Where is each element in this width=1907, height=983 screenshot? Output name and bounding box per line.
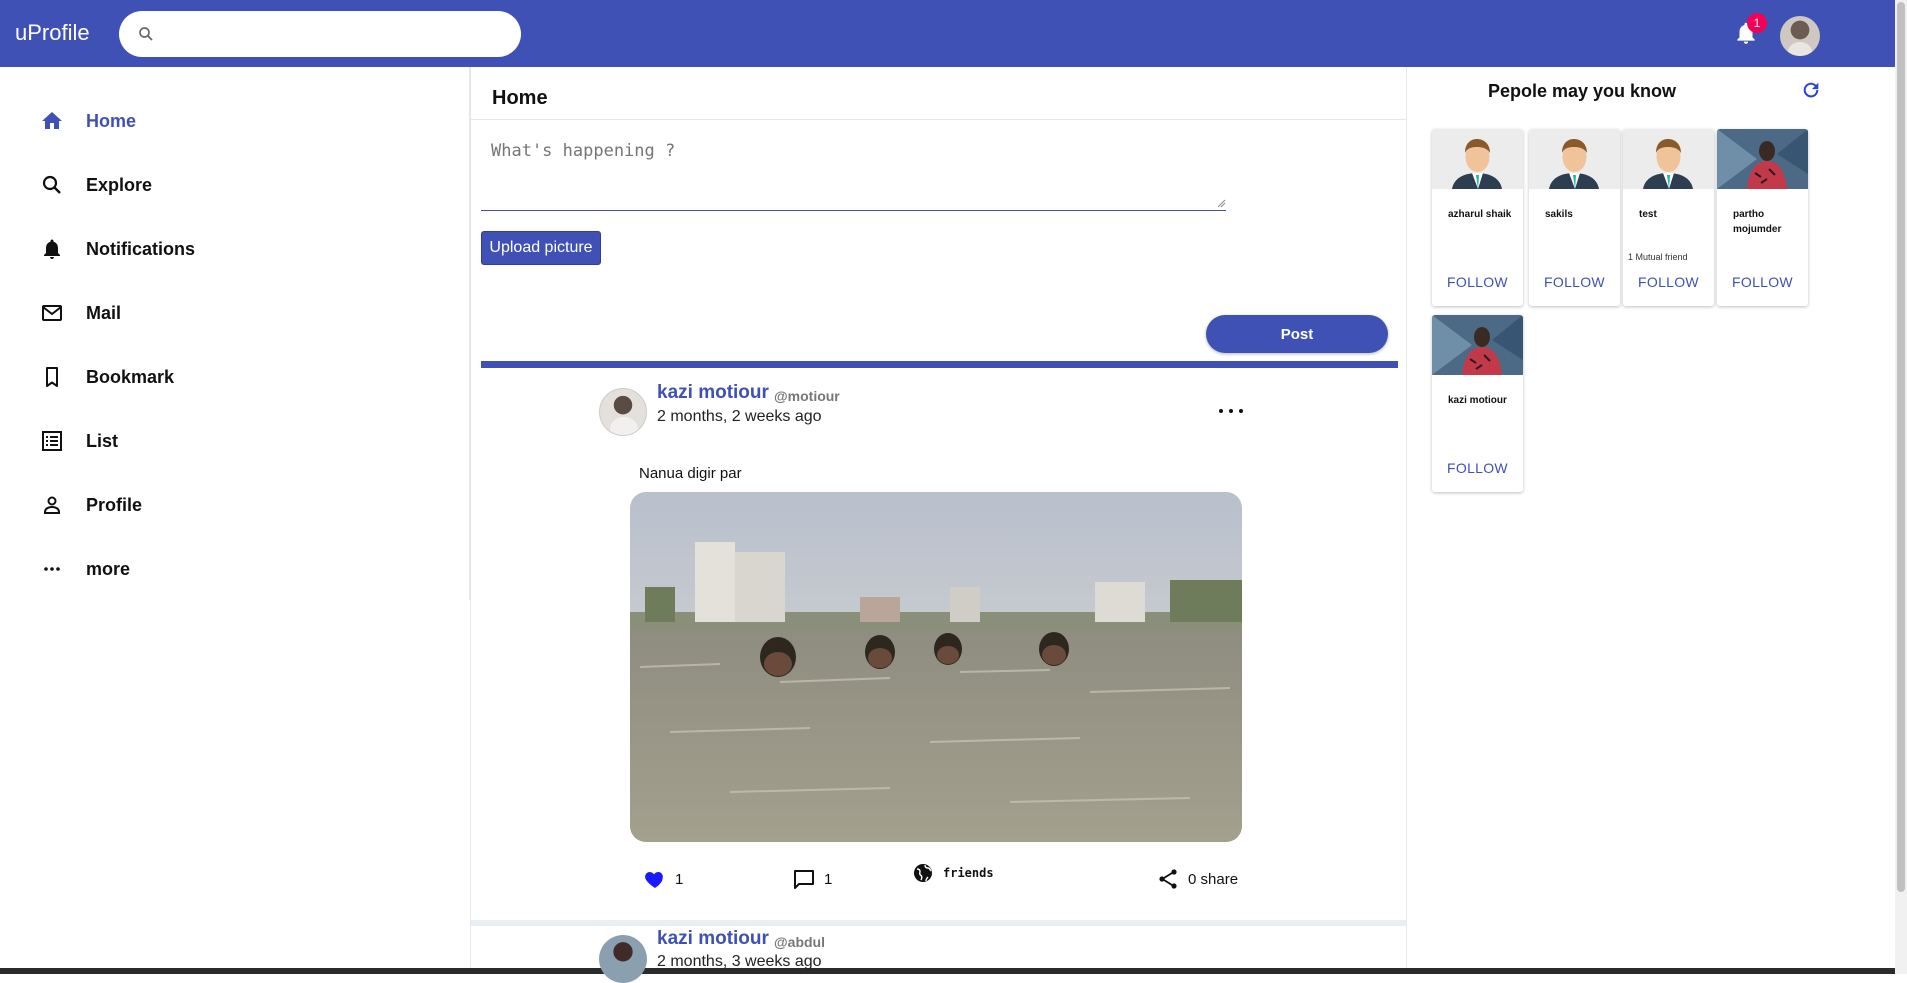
list-icon: [42, 431, 62, 451]
comment-count: 1: [824, 870, 833, 888]
person-avatar-image: [1623, 129, 1714, 189]
resize-grip-icon[interactable]: [1216, 198, 1226, 208]
person-icon: [44, 496, 60, 514]
share-icon: [1159, 869, 1177, 889]
heart-icon: [645, 872, 663, 888]
more-options-icon[interactable]: [1214, 404, 1248, 418]
person-photo-image: [1432, 315, 1523, 375]
sidebar-item-list[interactable]: List: [40, 423, 118, 459]
mail-icon: [42, 305, 62, 321]
search-input[interactable]: [169, 19, 499, 49]
sidebar-item-label: Explore: [86, 174, 153, 195]
sidebar-item-bookmark[interactable]: Bookmark: [40, 359, 174, 395]
compose-textarea[interactable]: [481, 129, 1226, 211]
bookmark-icon: [46, 367, 58, 387]
post-timestamp: 2 months, 2 weeks ago: [657, 408, 822, 425]
person-card: test 1 Mutual friend FOLLOW: [1623, 129, 1714, 306]
window-bottom-edge: [0, 968, 1895, 974]
sidebar-item-label: Bookmark: [86, 366, 175, 387]
like-button[interactable]: 1: [643, 864, 683, 894]
person-name[interactable]: kazi motiour: [1448, 393, 1518, 408]
privacy-indicator: friends: [911, 858, 994, 888]
sidebar-item-home[interactable]: Home: [40, 103, 136, 139]
follow-button[interactable]: FOLLOW: [1717, 274, 1808, 290]
suggestions-title: Pepole may you know: [1488, 81, 1677, 101]
more-horizontal-icon: [44, 567, 60, 571]
person-card: partho mojumder FOLLOW: [1717, 129, 1808, 306]
post-text: Nanua digir par: [639, 465, 742, 482]
sidebar-item-more[interactable]: more: [40, 551, 130, 587]
person-name[interactable]: azharul shaik: [1448, 207, 1518, 222]
share-count: 0 share: [1188, 870, 1239, 888]
person-avatar-image: [1432, 129, 1523, 189]
follow-button[interactable]: FOLLOW: [1432, 460, 1523, 476]
author-name[interactable]: kazi motiour: [657, 382, 769, 404]
post-timestamp: 2 months, 3 weeks ago: [657, 953, 822, 970]
user-avatar[interactable]: [1780, 16, 1820, 56]
share-button[interactable]: 0 share: [1156, 864, 1238, 894]
search-icon: [139, 27, 153, 41]
person-avatar-image: [1529, 129, 1620, 189]
composer-divider: [481, 361, 1398, 368]
comment-button[interactable]: 1: [792, 864, 832, 894]
author-handle: @abdul: [774, 934, 825, 950]
sidebar-item-label: Notifications: [86, 238, 196, 259]
follow-button[interactable]: FOLLOW: [1432, 274, 1523, 290]
author-name[interactable]: kazi motiour: [657, 928, 769, 950]
sidebar-item-label: List: [86, 430, 119, 451]
search-box[interactable]: [119, 11, 521, 57]
person-name[interactable]: test: [1639, 207, 1709, 222]
lake-photo-image: [630, 492, 1242, 842]
post-separator: [471, 920, 1407, 926]
feed-header: Home: [471, 67, 1407, 120]
follow-button[interactable]: FOLLOW: [1623, 274, 1714, 290]
globe-icon: [914, 864, 932, 882]
upload-picture-button[interactable]: Upload picture: [481, 231, 601, 265]
scrollbar[interactable]: [1895, 0, 1907, 974]
search-icon: [42, 175, 61, 194]
like-count: 1: [675, 870, 684, 888]
author-avatar[interactable]: [599, 388, 647, 436]
notification-badge: 1: [1747, 13, 1767, 33]
sidebar-item-profile[interactable]: Profile: [40, 487, 142, 523]
post-photo[interactable]: [630, 492, 1242, 842]
person-photo-image: [1717, 129, 1808, 189]
author-handle: @motiour: [774, 388, 840, 404]
follow-button[interactable]: FOLLOW: [1529, 274, 1620, 290]
post-actions: 1 1 friends 0 share: [643, 864, 1243, 894]
post-button[interactable]: Post: [1206, 315, 1388, 353]
person-card: sakils FOLLOW: [1529, 129, 1620, 306]
home-icon: [42, 112, 62, 129]
post-card: kazi motiour @motiour 2 months, 2 weeks …: [471, 368, 1407, 921]
bell-icon: [44, 239, 60, 259]
mutual-friends: 1 Mutual friend: [1628, 252, 1688, 262]
sidebar-item-explore[interactable]: Explore: [40, 167, 152, 203]
page-title: Home: [492, 87, 548, 109]
scrollbar-thumb[interactable]: [1897, 2, 1905, 892]
sidebar-item-label: Mail: [86, 302, 122, 323]
sidebar-item-notifications[interactable]: Notifications: [40, 231, 195, 267]
person-card: azharul shaik FOLLOW: [1432, 129, 1523, 306]
sidebar: Home Explore Notifications Mail Bookmark…: [0, 67, 470, 600]
author-avatar[interactable]: [599, 935, 647, 983]
sidebar-item-label: Profile: [86, 494, 143, 515]
refresh-icon[interactable]: [1800, 79, 1822, 101]
sidebar-item-label: more: [86, 558, 131, 579]
app-logo[interactable]: uProfile: [15, 20, 90, 46]
main-feed: Home Upload picture Post kazi motiour @m…: [470, 67, 1407, 983]
app-bar: uProfile 1: [0, 0, 1895, 67]
privacy-label: friends: [943, 866, 994, 880]
person-card: kazi motiour FOLLOW: [1432, 315, 1523, 492]
person-name[interactable]: partho mojumder: [1733, 207, 1803, 237]
person-name[interactable]: sakils: [1545, 207, 1615, 222]
sidebar-item-mail[interactable]: Mail: [40, 295, 121, 331]
comment-icon: [794, 870, 814, 889]
suggestions-panel: Pepole may you know azharul shaik FOLLOW…: [1420, 67, 1820, 567]
sidebar-item-label: Home: [86, 110, 137, 131]
